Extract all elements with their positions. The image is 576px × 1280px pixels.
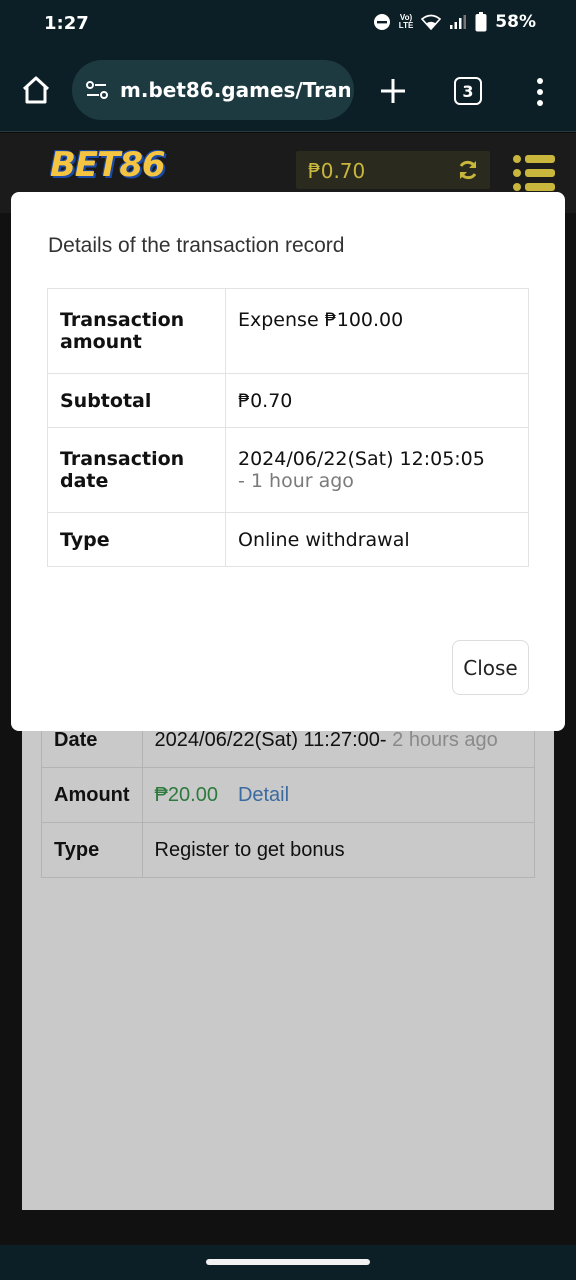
status-icons: Vo) LTE 58%: [373, 12, 536, 32]
transaction-date-ago: - 1 hour ago: [238, 470, 354, 492]
type-label: Type: [41, 822, 143, 878]
transaction-record-card: Date 2024/06/22(Sat) 11:27:00- 2 hours a…: [41, 712, 536, 878]
transaction-detail-table: Transaction amount Expense ₱100.00 Subto…: [47, 288, 529, 567]
status-bar: 1:27 Vo) LTE 58%: [0, 0, 576, 48]
wifi-icon: [421, 14, 442, 30]
transaction-amount-label: Transaction amount: [47, 288, 226, 374]
new-tab-icon[interactable]: [378, 76, 408, 106]
balance-amount: ₱0.70: [308, 159, 366, 183]
amount-value: ₱20.00: [154, 783, 218, 806]
battery-icon: [475, 12, 487, 32]
detail-link[interactable]: Detail: [238, 784, 289, 806]
amount-cell: ₱20.00 Detail: [141, 767, 536, 823]
table-row: Type Online withdrawal: [47, 512, 529, 567]
site-settings-icon[interactable]: [84, 77, 110, 103]
dnd-icon: [373, 14, 390, 30]
address-bar[interactable]: m.bet86.games/Transa: [72, 60, 354, 120]
site-logo[interactable]: BET86: [50, 145, 166, 185]
system-nav-bar: [0, 1245, 576, 1280]
date-ago: 2 hours ago: [386, 728, 498, 751]
tab-switcher-button[interactable]: 3: [454, 77, 482, 105]
transaction-amount-value: Expense ₱100.00: [225, 288, 529, 374]
table-row: Amount ₱20.00 Detail: [41, 767, 536, 823]
more-options-icon[interactable]: [528, 76, 552, 108]
browser-toolbar: m.bet86.games/Transa 3: [0, 48, 576, 132]
hamburger-menu-icon[interactable]: [512, 153, 556, 193]
subtotal-label: Subtotal: [47, 373, 226, 428]
close-button[interactable]: Close: [452, 640, 529, 695]
home-icon[interactable]: [20, 74, 52, 106]
type-value: Register to get bonus: [141, 822, 536, 878]
type-label: Type: [47, 512, 226, 567]
table-row: Subtotal ₱0.70: [47, 373, 529, 428]
url-text[interactable]: m.bet86.games/Transa: [120, 78, 350, 102]
clock: 1:27: [44, 13, 89, 34]
signal-icon: [450, 15, 467, 29]
volte-icon: Vo) LTE: [398, 13, 414, 30]
transaction-detail-modal: Details of the transaction record Transa…: [11, 192, 565, 731]
table-row: Type Register to get bonus: [41, 822, 536, 878]
type-value: Online withdrawal: [225, 512, 529, 567]
transaction-date-cell: 2024/06/22(Sat) 12:05:05 - 1 hour ago: [225, 427, 529, 513]
modal-title: Details of the transaction record: [48, 234, 345, 257]
transaction-date-label: Transaction date: [47, 427, 226, 513]
table-row: Transaction amount Expense ₱100.00: [47, 288, 529, 374]
date-value: 2024/06/22(Sat) 11:27:00-: [154, 728, 387, 751]
refresh-icon[interactable]: [456, 158, 480, 182]
table-row: Transaction date 2024/06/22(Sat) 12:05:0…: [47, 427, 529, 513]
amount-label: Amount: [41, 767, 143, 823]
balance-display: ₱0.70: [296, 151, 490, 189]
transaction-date-value: 2024/06/22(Sat) 12:05:05: [238, 448, 485, 470]
battery-percentage: 58%: [495, 12, 536, 32]
subtotal-value: ₱0.70: [225, 373, 529, 428]
gesture-handle[interactable]: [206, 1259, 370, 1265]
